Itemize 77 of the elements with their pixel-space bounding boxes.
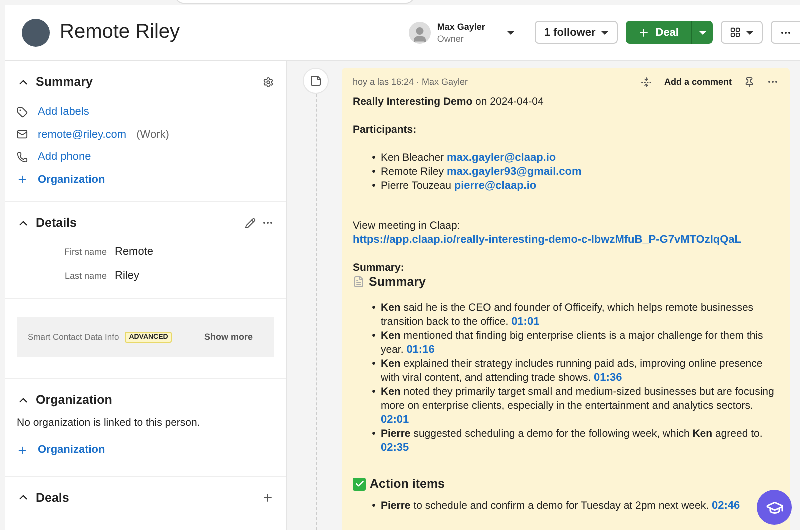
- grid-icon: [730, 27, 741, 38]
- field-label: Last name: [64, 271, 107, 281]
- empty-message: No organization is linked to this person.: [17, 417, 202, 429]
- meeting-label: View meeting in Claap:: [353, 219, 462, 233]
- email-type-label: (Work): [136, 128, 170, 141]
- section-title: Details: [36, 216, 78, 230]
- field-label: First name: [63, 247, 107, 257]
- list-bullet: •: [371, 385, 377, 400]
- plus-icon: [17, 174, 28, 186]
- caret-icon[interactable]: [507, 30, 516, 34]
- action-items-heading: Action items: [370, 477, 446, 491]
- mail-icon: [17, 129, 28, 140]
- pin-icon[interactable]: [744, 76, 755, 88]
- smart-data-label: Smart Contact Data Info: [28, 332, 120, 342]
- participants-heading: Participants:: [353, 123, 418, 137]
- section-title: Organization: [36, 393, 114, 407]
- list-bullet: •: [371, 357, 377, 372]
- email-link[interactable]: max.gayler93@gmail.com: [446, 166, 582, 178]
- note-title: Really Interesting Demo on 2024-04-04: [353, 95, 545, 109]
- owner-role: Owner: [437, 34, 465, 44]
- link[interactable]: Add phone: [38, 151, 92, 164]
- dropdown-button[interactable]: [691, 21, 713, 44]
- plus-icon: [638, 26, 650, 38]
- summary-heading: Summary: [369, 275, 426, 289]
- participant-item: Remote Riley max.gayler93@gmail.com: [381, 165, 583, 179]
- plus-icon: [17, 444, 28, 456]
- note-meta: hoy a las 16:24 · Max Gayler: [353, 76, 470, 89]
- list-bullet: •: [371, 329, 377, 344]
- list-bullet: •: [371, 179, 377, 193]
- field-value: Remote: [115, 246, 155, 258]
- link[interactable]: Add labels: [38, 106, 90, 118]
- summary-point: Ken noted they primarily target small and medium-sized businesses but are focusing more on enterprise clients, especially in the entertainment and analytics sectors. 02:01: [381, 385, 776, 427]
- meeting-link[interactable]: https://app.claap.io/really-interesting-demo-c-lbwzMfuB_P-G7vMTOzlqQaL: [353, 233, 779, 247]
- link[interactable]: Organization: [38, 174, 106, 186]
- timestamp-link[interactable]: 01:16: [406, 344, 435, 356]
- timestamp-link[interactable]: 01:36: [594, 372, 622, 384]
- deal-button[interactable]: Deal: [626, 21, 691, 44]
- list-bullet: •: [371, 165, 377, 179]
- user-avatar-icon: [409, 22, 432, 44]
- owner-name: Max Gayler: [437, 22, 486, 32]
- timestamp-link[interactable]: 02:35: [381, 442, 410, 454]
- timestamp-link[interactable]: 02:01: [381, 414, 410, 426]
- section-title: Summary: [36, 75, 94, 89]
- list-bullet: •: [371, 151, 377, 165]
- settings-icon[interactable]: [263, 76, 274, 88]
- summary-point: Pierre suggested scheduling a demo for the following week, which Ken agreed to. 02:35: [381, 427, 764, 455]
- timestamp-link[interactable]: 02:46: [712, 500, 740, 512]
- person-name: Remote Riley: [60, 21, 182, 44]
- link[interactable]: remote@riley.com: [38, 128, 127, 141]
- avatar-placeholder: [22, 18, 50, 46]
- list-bullet: •: [371, 427, 377, 442]
- tag-icon: [17, 106, 28, 118]
- summary-point: Ken said he is the CEO and founder of Officeify, which helps remote businesses transition back to the office. 01:01: [381, 301, 755, 329]
- phone-icon: [17, 152, 28, 163]
- link[interactable]: Organization: [38, 444, 106, 456]
- section-title: Deals: [36, 490, 70, 504]
- email-link[interactable]: pierre@claap.io: [454, 180, 537, 192]
- participant-item: Ken Bleacher max.gayler@claap.io: [381, 151, 558, 165]
- show-more-button[interactable]: Show more: [194, 332, 263, 342]
- summary-point: Ken explained their strategy includes running paid ads, improving online presence with viral content, and attending trade shows. 01:36: [381, 357, 764, 385]
- list-bullet: •: [371, 301, 377, 316]
- participant-item: Pierre Touzeau pierre@claap.io: [381, 179, 538, 193]
- note-icon: [303, 68, 329, 94]
- view-button[interactable]: [721, 21, 763, 44]
- list-bullet: •: [371, 499, 377, 513]
- document-icon: [353, 276, 365, 288]
- edit-icon[interactable]: [245, 218, 256, 228]
- add-comment-button[interactable]: Add a comment: [664, 77, 732, 87]
- email-link[interactable]: max.gayler@claap.io: [446, 152, 556, 164]
- timestamp-link[interactable]: 01:01: [512, 316, 540, 328]
- collapse-icon[interactable]: [641, 76, 652, 88]
- summary-label: Summary:: [353, 261, 406, 275]
- field-value: Riley: [115, 270, 140, 282]
- follower-button[interactable]: 1 follower: [535, 21, 618, 44]
- summary-point: Ken mentioned that finding big enterprise clients is a major challenge for them this year. 01:16: [381, 329, 764, 357]
- plus-icon[interactable]: [262, 492, 274, 504]
- check-icon: [353, 478, 366, 490]
